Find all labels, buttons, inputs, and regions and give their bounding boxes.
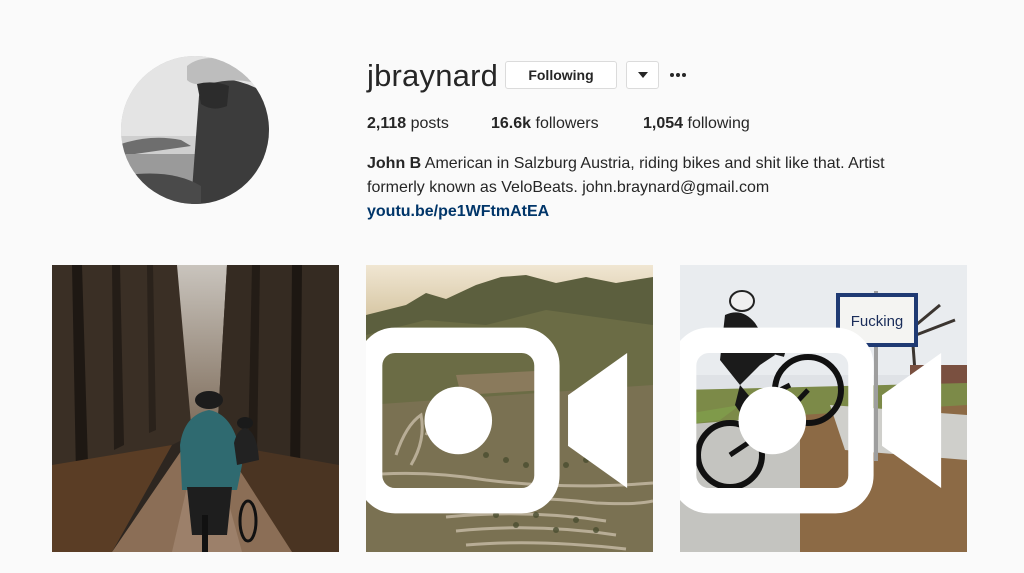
followers-stat[interactable]: 16.6k followers — [491, 114, 599, 134]
post-thumbnail[interactable] — [52, 265, 339, 552]
followers-count: 16.6k — [491, 115, 532, 132]
profile-username: jbraynard — [367, 58, 499, 93]
post-thumbnail[interactable] — [366, 265, 653, 552]
profile-full-name: John B — [367, 155, 422, 172]
bio-text: American in Salzburg Austria, riding bik… — [367, 155, 885, 196]
video-camera-icon — [366, 327, 628, 514]
bio-external-link[interactable]: youtu.be/pe1WFtmAtEA — [367, 200, 927, 224]
post-image-forest-ride — [52, 265, 339, 552]
following-button[interactable]: Following — [505, 61, 617, 89]
more-options-button[interactable] — [668, 63, 688, 87]
video-camera-icon — [680, 327, 942, 514]
posts-label: posts — [410, 115, 449, 132]
caret-down-icon — [637, 72, 648, 78]
avatar-photo — [121, 56, 269, 204]
post-thumbnail[interactable]: Fucking — [680, 265, 967, 552]
profile-bio: John B American in Salzburg Austria, rid… — [367, 152, 927, 224]
avatar[interactable] — [121, 56, 269, 204]
posts-stat: 2,118 posts — [367, 114, 449, 134]
suggestions-dropdown-button[interactable] — [626, 61, 659, 89]
following-count: 1,054 — [643, 115, 684, 132]
following-label: following — [687, 115, 750, 132]
following-stat[interactable]: 1,054 following — [643, 114, 750, 134]
followers-label: followers — [535, 115, 599, 132]
posts-count: 2,118 — [367, 115, 407, 132]
more-horizontal-icon — [670, 73, 686, 77]
